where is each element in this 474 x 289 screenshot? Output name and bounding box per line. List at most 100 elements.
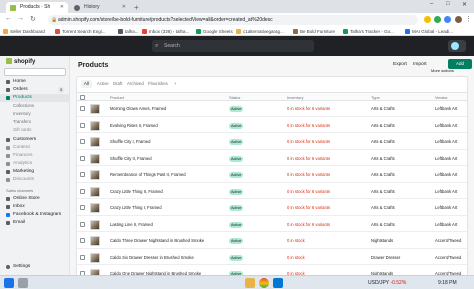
product-title[interactable]: Shuffle City I, Framed xyxy=(110,135,226,150)
product-title[interactable]: Caldo One Drawer Nightstand in Brushed S… xyxy=(110,267,226,275)
product-title[interactable]: Caldo Three Drawer Nightstand in Brushed… xyxy=(110,234,226,249)
sidebar-item-email[interactable]: Email xyxy=(0,219,70,227)
tab-all[interactable]: All xyxy=(81,80,92,88)
bookmark-item[interactable]: Inbox (338) - talha... xyxy=(142,28,189,35)
column-header-vendor[interactable]: Vendor xyxy=(435,93,448,102)
profile-avatar[interactable] xyxy=(455,16,462,23)
product-title[interactable]: Shuffle City II, Framed xyxy=(110,152,226,167)
tab-history[interactable]: History ✕ xyxy=(70,2,130,13)
sidebar-item-transfers[interactable]: Transfers xyxy=(0,118,70,126)
product-title[interactable]: Crazy Little Thing II, Framed xyxy=(110,185,226,200)
row-checkbox[interactable] xyxy=(80,139,85,144)
add-product-button[interactable]: Add product xyxy=(448,59,472,76)
table-header: Product Status Inventory Type Vendor xyxy=(77,92,467,101)
close-tab-icon[interactable]: ✕ xyxy=(122,2,126,13)
url-field[interactable]: 🔒 admin.shopify.com/store/be-bold-furnit… xyxy=(48,15,418,25)
bookmark-item[interactable]: Talha's Tracker - Go... xyxy=(343,28,394,35)
row-checkbox[interactable] xyxy=(80,254,85,260)
tab-flourishes[interactable]: Flourishes xyxy=(145,80,171,88)
row-checkbox[interactable] xyxy=(80,205,85,210)
column-header-product[interactable]: Product xyxy=(110,93,124,102)
table-row[interactable]: Lasting Line II, Framed Active 0 in stock … xyxy=(77,218,467,233)
bookmark-item[interactable]: Google Sheets xyxy=(196,28,233,35)
row-checkbox[interactable] xyxy=(80,106,85,111)
browser-menu-icon[interactable]: ⋮ xyxy=(465,15,472,23)
chrome-icon[interactable] xyxy=(259,278,269,288)
table-row[interactable]: Shuffle City II, Framed Active 0 in stock … xyxy=(77,152,467,167)
export-button[interactable]: Export xyxy=(393,62,407,67)
sidebar-item-gift-cards[interactable]: Gift cards xyxy=(0,126,70,134)
extension-icon[interactable] xyxy=(434,16,441,23)
close-tab-icon[interactable]: ✕ xyxy=(60,2,64,13)
table-row[interactable]: Caldo One Drawer Nightstand in Brushed S… xyxy=(77,267,467,275)
admin-sidebar: shopify Home Orders 3 Products Collection… xyxy=(0,56,70,275)
table-row[interactable]: Evolving Rises II, Framed Active 0 in stoc… xyxy=(77,119,467,134)
table-row[interactable]: Morning Glows Ames, Framed Active 0 in sto… xyxy=(77,102,467,117)
row-checkbox[interactable] xyxy=(80,155,85,161)
product-thumbnail xyxy=(90,252,100,263)
table-row[interactable]: Crazy Little Thing I, Framed Active 0 in s… xyxy=(77,201,467,216)
row-checkbox[interactable] xyxy=(80,122,85,128)
search-input[interactable]: ⌕ Search xyxy=(152,40,314,52)
sidebar-item-marketing[interactable]: Marketing xyxy=(0,168,70,176)
column-header-inventory[interactable]: Inventory xyxy=(287,93,303,102)
column-header-type[interactable]: Type xyxy=(371,93,380,102)
sidebar-item-collections[interactable]: Collections xyxy=(0,102,70,110)
back-icon[interactable]: ← xyxy=(5,15,12,22)
bookmark-item[interactable]: Torrent Search Engi... xyxy=(55,28,106,35)
store-selector[interactable] xyxy=(4,68,66,76)
sidebar-item-settings[interactable]: Settings xyxy=(0,263,70,271)
table-row[interactable]: Caldo Three Drawer Nightstand in Brushed… xyxy=(77,234,467,249)
close-window-button[interactable]: ✕ xyxy=(462,1,467,8)
table-row[interactable]: Caldo Six Drawer Dresser in Brushed Smok… xyxy=(77,251,467,266)
product-title[interactable]: Morning Glows Ames, Framed xyxy=(110,102,226,117)
new-tab-button[interactable]: + xyxy=(134,2,139,13)
import-button[interactable]: Import xyxy=(413,62,427,67)
forward-icon[interactable]: → xyxy=(17,15,24,22)
windows-start-icon[interactable] xyxy=(4,278,14,288)
sidebar-item-discounts[interactable]: Discounts xyxy=(0,176,70,184)
extension-icon[interactable] xyxy=(424,16,431,23)
file-explorer-icon[interactable] xyxy=(245,278,255,288)
row-checkbox[interactable] xyxy=(80,221,85,227)
sidebar-item-inbox[interactable]: Inbox xyxy=(0,203,70,211)
row-checkbox[interactable] xyxy=(80,238,85,243)
tab-products[interactable]: Products · Sh ✕ xyxy=(6,2,68,13)
store-menu-button[interactable] xyxy=(448,40,466,52)
sidebar-item-products[interactable]: Products xyxy=(0,94,70,102)
edge-icon[interactable] xyxy=(273,278,283,288)
bookmark-item[interactable]: Seller Dashboard xyxy=(3,28,45,35)
row-checkbox[interactable] xyxy=(80,172,85,177)
sidebar-item-customers[interactable]: Customers xyxy=(0,136,70,144)
bookmark-item[interactable]: Be Bold Furniture xyxy=(293,28,335,35)
reload-icon[interactable]: ↻ xyxy=(30,15,36,23)
row-checkbox[interactable] xyxy=(80,188,85,194)
bookmark-item[interactable]: c1alternativegarag... xyxy=(236,28,284,35)
sidebar-item-inventory[interactable]: Inventory xyxy=(0,110,70,118)
search-taskbar-icon[interactable] xyxy=(18,278,28,288)
minimize-button[interactable]: – xyxy=(430,1,433,7)
product-title[interactable]: Caldo Six Drawer Dresser in Brushed Smok… xyxy=(110,251,226,266)
extension-icon[interactable] xyxy=(444,16,451,23)
bookmark-item[interactable]: MAI Global - Leadi... xyxy=(405,28,453,35)
product-title[interactable]: Crazy Little Thing I, Framed xyxy=(110,201,226,216)
tab-archived[interactable]: Archived xyxy=(124,80,147,88)
sidebar-item-analytics[interactable]: Analytics xyxy=(0,160,70,168)
table-row[interactable]: Shuffle City I, Framed Active 0 in stock f… xyxy=(77,135,467,150)
product-title[interactable]: Evolving Rises II, Framed xyxy=(110,119,226,134)
table-row[interactable]: Crazy Little Thing II, Framed Active 0 in … xyxy=(77,185,467,200)
sidebar-item-orders[interactable]: Orders 3 xyxy=(0,86,70,94)
product-title[interactable]: Remembrance of Things Past II, Framed xyxy=(110,168,226,183)
sidebar-item-content[interactable]: Content xyxy=(0,144,70,152)
sidebar-item-online-store[interactable]: Online Store xyxy=(0,195,70,203)
bookmark-item[interactable]: talha... xyxy=(118,28,139,35)
sidebar-item-home[interactable]: Home xyxy=(0,78,70,86)
sidebar-item-facebook[interactable]: Facebook & Instagram xyxy=(0,211,70,219)
table-row[interactable]: Remembrance of Things Past II, Framed Act… xyxy=(77,168,467,183)
sidebar-item-finances[interactable]: Finances xyxy=(0,152,70,160)
maximize-button[interactable]: □ xyxy=(446,1,450,7)
select-all-checkbox[interactable] xyxy=(80,95,85,100)
column-header-status[interactable]: Status xyxy=(229,93,240,102)
product-title[interactable]: Lasting Line II, Framed xyxy=(110,218,226,233)
add-view-button[interactable]: + xyxy=(171,80,180,88)
